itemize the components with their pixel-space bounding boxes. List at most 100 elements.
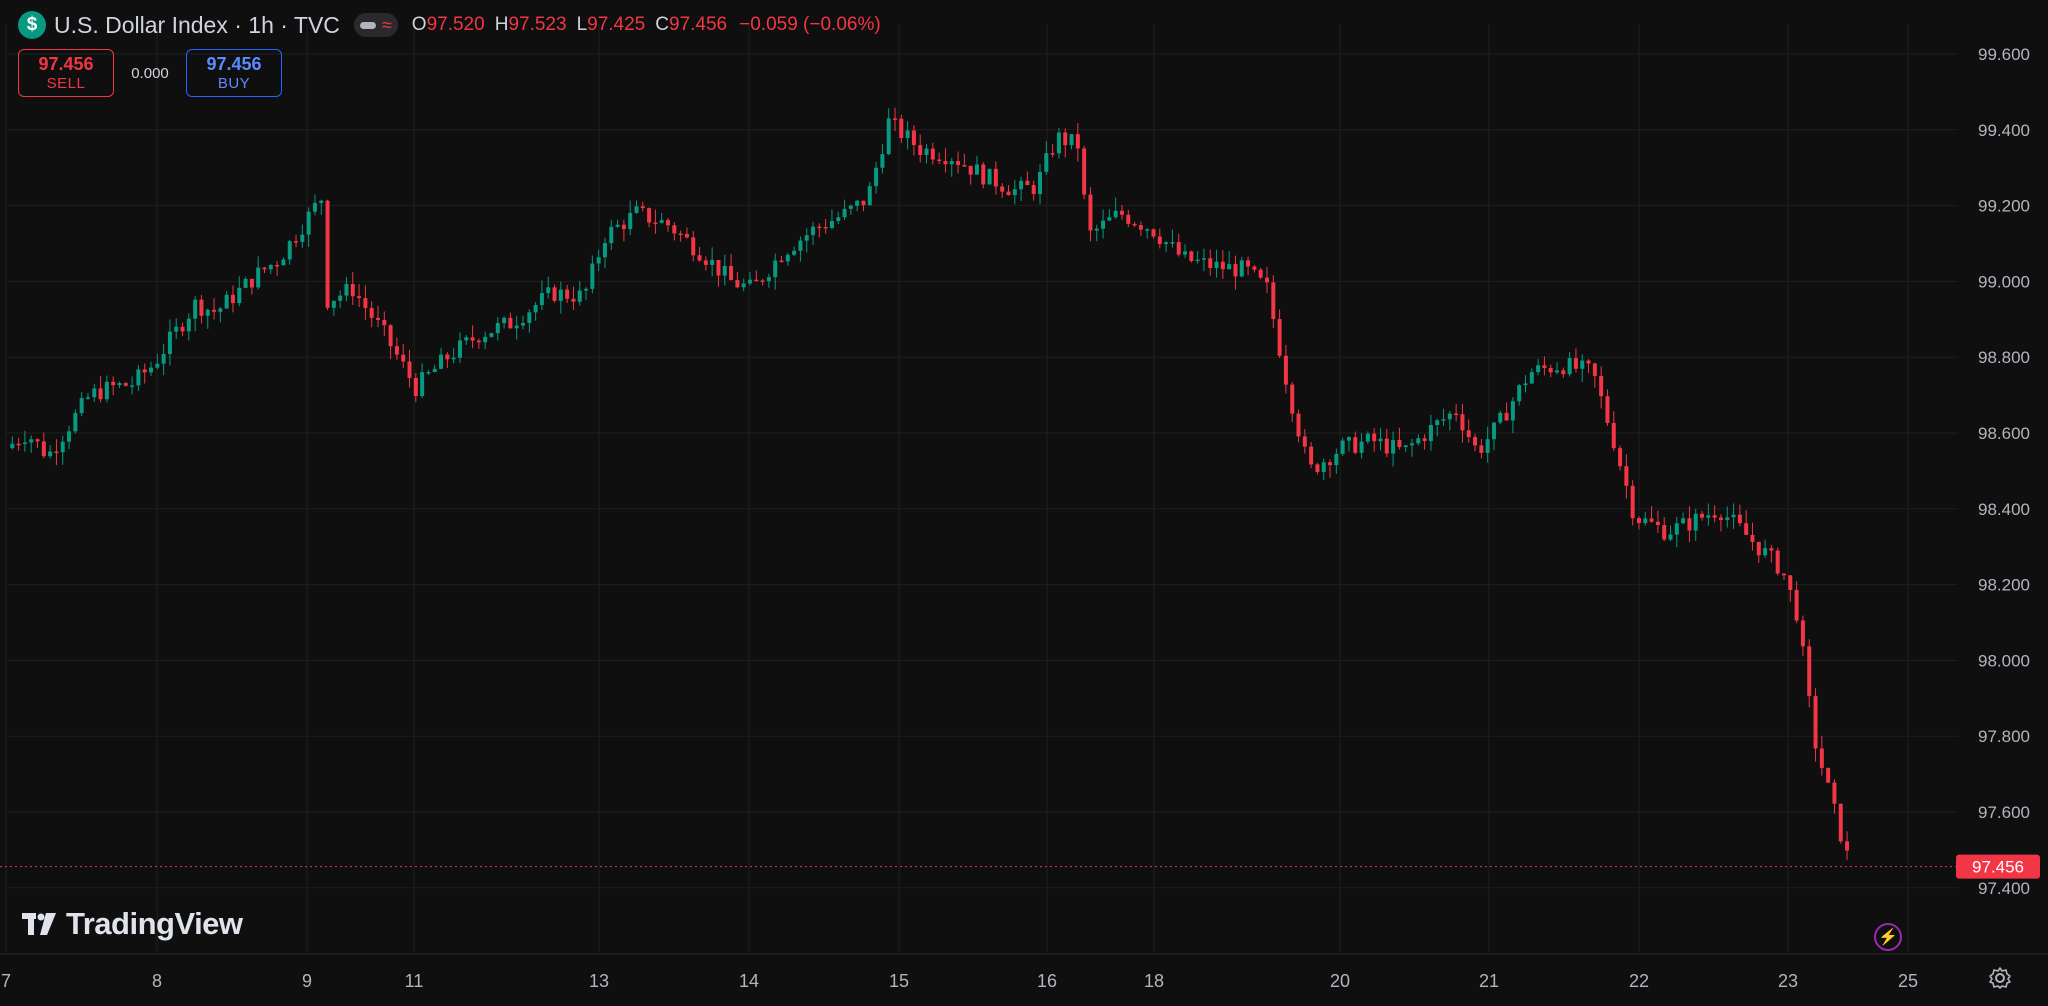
x-tick-label: 7	[1, 971, 11, 991]
candle-body	[413, 377, 418, 397]
dollar-sign-icon[interactable]: $	[18, 11, 46, 39]
candle-body	[1126, 214, 1131, 224]
x-tick-label: 22	[1629, 971, 1649, 991]
candle-body	[338, 295, 343, 301]
candle-body	[67, 431, 72, 442]
candle-body	[1447, 413, 1452, 420]
candle-body	[243, 278, 248, 288]
candle-body	[98, 388, 103, 400]
candle-body	[123, 383, 128, 386]
symbol-title[interactable]: U.S. Dollar Index · 1h · TVC	[54, 12, 340, 39]
candle-body	[1775, 550, 1780, 574]
candle-body	[1340, 440, 1345, 454]
candle-body	[1227, 264, 1232, 270]
candle-body	[287, 241, 292, 260]
candle-body	[609, 226, 614, 244]
candle-body	[962, 165, 967, 167]
candle-body	[1372, 433, 1377, 442]
spread-value: 0.000	[131, 64, 169, 82]
candle-body	[1744, 523, 1749, 535]
sell-label: SELL	[46, 75, 86, 92]
candle-body	[249, 278, 254, 288]
candle-body	[546, 287, 551, 294]
candle-body	[199, 299, 204, 316]
x-tick-label: 21	[1479, 971, 1499, 991]
candle-body	[1542, 365, 1547, 368]
candle-body	[1025, 180, 1030, 186]
candle-body	[167, 331, 172, 354]
candle-body	[470, 337, 475, 341]
buy-button[interactable]: 97.456 BUY	[186, 49, 282, 97]
candle-body	[666, 220, 671, 226]
candle-body	[590, 263, 595, 289]
visibility-toggle[interactable]: ≈	[353, 13, 398, 37]
candle-body	[1491, 422, 1496, 440]
candle-body	[1643, 518, 1648, 524]
candle-body	[981, 164, 986, 185]
candle-body	[1239, 260, 1244, 277]
candle-body	[161, 353, 166, 364]
y-tick-label: 98.800	[1978, 348, 2030, 367]
candle-body	[1296, 413, 1301, 437]
candle-body	[1819, 748, 1824, 768]
candle-body	[1012, 189, 1017, 196]
x-tick-label: 20	[1330, 971, 1350, 991]
candle-body	[893, 118, 898, 120]
candle-body	[1788, 575, 1793, 590]
last-price-tag-label: 97.456	[1972, 858, 2024, 877]
candle-body	[495, 323, 500, 334]
candle-body	[1555, 370, 1560, 373]
candle-body	[899, 118, 904, 138]
candle-body	[653, 222, 658, 225]
x-tick-label: 18	[1144, 971, 1164, 991]
candle-body	[186, 318, 191, 332]
candle-body	[760, 280, 765, 282]
candle-body	[1826, 767, 1831, 783]
candle-body	[1649, 518, 1654, 522]
candle-body	[817, 226, 822, 229]
candle-body	[1176, 242, 1181, 255]
y-tick-label: 99.400	[1978, 121, 2030, 140]
x-tick-label: 8	[152, 971, 162, 991]
candle-body	[993, 168, 998, 187]
tradingview-logo-text: TradingView	[66, 906, 243, 941]
candle-body	[602, 243, 607, 258]
candle-body	[855, 200, 860, 206]
candle-body	[1271, 282, 1276, 320]
candle-body	[1088, 194, 1093, 231]
settings-gear-icon[interactable]	[1988, 966, 2012, 990]
candle-body	[1397, 440, 1402, 448]
candle-body	[300, 234, 305, 242]
candle-body	[1258, 269, 1263, 278]
candle-body	[1529, 372, 1534, 384]
candle-body	[1170, 242, 1175, 244]
candle-body	[1517, 385, 1522, 402]
x-tick-label: 11	[405, 971, 424, 991]
candle-body	[621, 224, 626, 230]
candle-body	[1845, 841, 1850, 851]
candle-body	[558, 289, 563, 301]
candle-body	[949, 161, 954, 165]
candle-body	[1536, 365, 1541, 373]
candle-body	[1069, 134, 1074, 146]
candle-body	[1359, 441, 1364, 453]
candle-body	[1655, 521, 1660, 526]
candle-body	[1435, 420, 1440, 426]
candle-body	[230, 294, 235, 304]
sell-button[interactable]: 97.456 SELL	[18, 49, 114, 97]
candle-body	[1485, 439, 1490, 453]
chart-canvas[interactable]: 99.600 99.400 99.200 99.000 98.800 98.600 98.4…	[0, 0, 2048, 1006]
candle-body	[1428, 425, 1433, 442]
candle-body	[1624, 466, 1629, 486]
candle-body	[1567, 358, 1572, 375]
tradingview-logo[interactable]: TradingView	[22, 906, 243, 942]
candle-body	[691, 237, 696, 256]
candle-body	[735, 280, 740, 288]
candle-body	[678, 233, 683, 235]
lightning-icon[interactable]: ⚡	[1874, 923, 1902, 951]
candle-body	[1119, 210, 1124, 215]
candle-body	[930, 148, 935, 160]
candle-body	[861, 200, 866, 206]
x-tick-label: 25	[1898, 971, 1918, 991]
candle-body	[1548, 367, 1553, 373]
